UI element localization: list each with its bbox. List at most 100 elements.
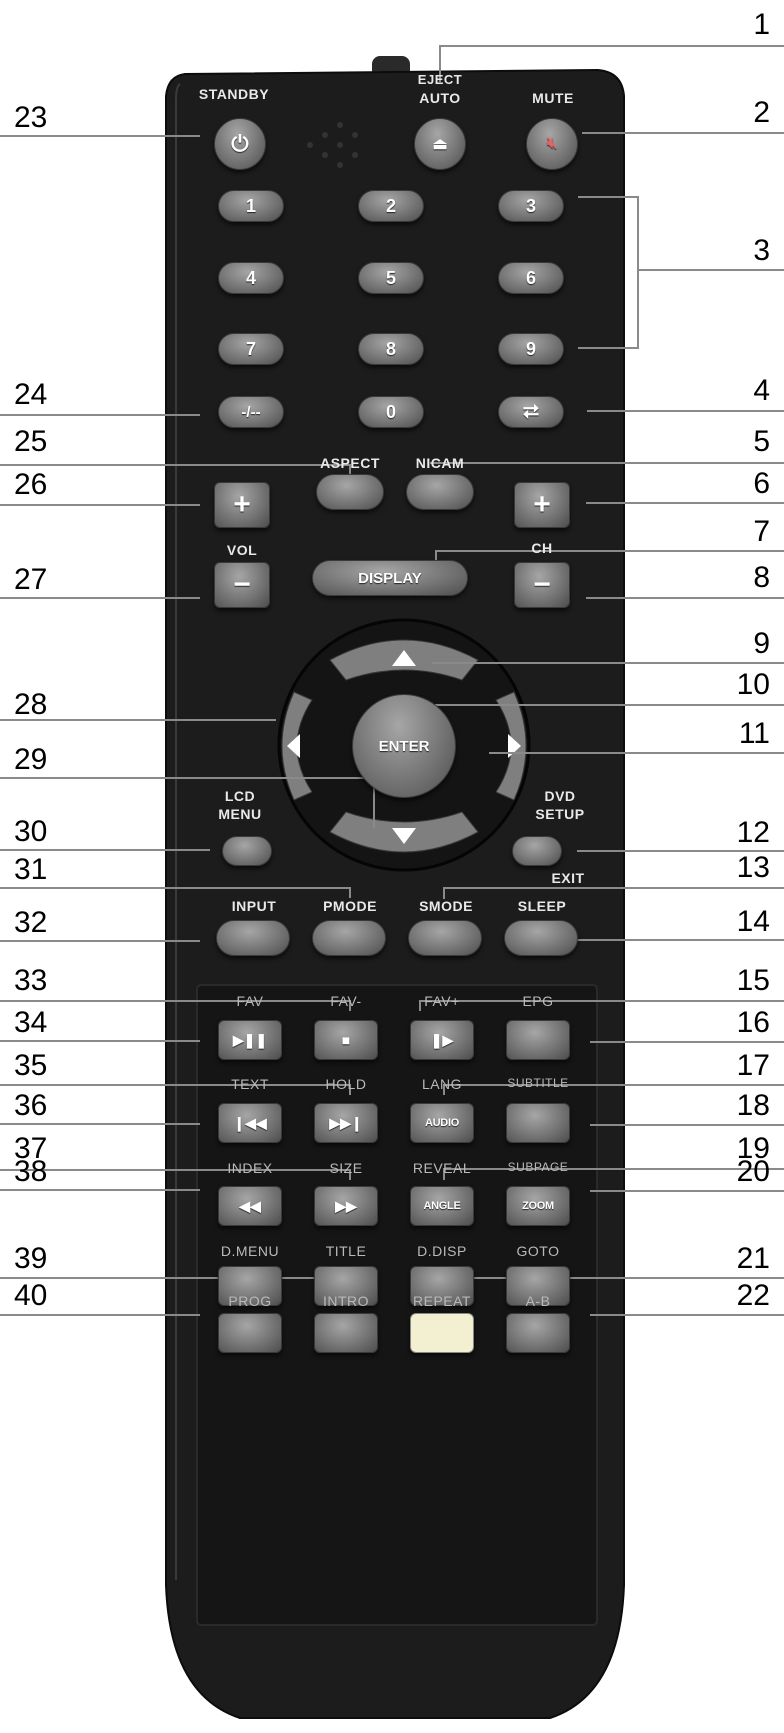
mute-button[interactable]: 🔇︎ xyxy=(526,118,578,170)
key-7[interactable]: 7 xyxy=(218,333,284,365)
play-pause-button[interactable]: ▶❚❚ xyxy=(218,1020,282,1060)
lcd-label: LCD xyxy=(224,788,256,804)
intro-button[interactable] xyxy=(314,1313,378,1353)
next-button[interactable]: ▶▶❙ xyxy=(314,1103,378,1143)
key-9[interactable]: 9 xyxy=(498,333,564,365)
pmode-label: PMODE xyxy=(323,898,377,914)
vol-up-button[interactable]: + xyxy=(214,482,270,528)
sleep-label: SLEEP xyxy=(517,898,567,914)
menu-label: MENU xyxy=(218,806,262,822)
smode-button[interactable] xyxy=(408,920,482,956)
enter-button[interactable]: ENTER xyxy=(352,694,456,798)
setup-label: SETUP xyxy=(535,806,585,822)
callout-27: 27 xyxy=(14,563,48,596)
callout-40: 40 xyxy=(14,1279,48,1312)
ch-up-button[interactable]: + xyxy=(514,482,570,528)
callout-2: 2 xyxy=(753,96,770,129)
recall-button[interactable]: ⮂ xyxy=(498,396,564,428)
key-1[interactable]: 1 xyxy=(218,190,284,222)
callout-4: 4 xyxy=(753,374,770,407)
standby-label: STANDBY xyxy=(198,86,270,102)
callout-36: 36 xyxy=(14,1089,48,1122)
stop-button[interactable]: ■ xyxy=(314,1020,378,1060)
nicam-button[interactable] xyxy=(406,474,474,510)
prog-button[interactable] xyxy=(218,1313,282,1353)
rewind-button[interactable]: ◀◀ xyxy=(218,1186,282,1226)
audio-button[interactable]: AUDIO xyxy=(410,1103,474,1143)
step-button[interactable]: ❚▶ xyxy=(410,1020,474,1060)
goto-label: GOTO xyxy=(516,1243,560,1259)
callout-6: 6 xyxy=(753,467,770,500)
callout-33: 33 xyxy=(14,964,48,997)
callout-23: 23 xyxy=(14,101,48,134)
aspect-label: ASPECT xyxy=(320,455,380,471)
callout-3: 3 xyxy=(753,234,770,267)
fav-minus-label: FAV- xyxy=(330,993,362,1009)
prev-button[interactable]: ❙◀◀ xyxy=(218,1103,282,1143)
d-disp-label: D.DISP xyxy=(417,1243,467,1259)
callout-17: 17 xyxy=(736,1049,770,1082)
a-b-label: A-B xyxy=(525,1293,551,1309)
callout-34: 34 xyxy=(14,1006,48,1039)
callout-31: 31 xyxy=(14,853,48,886)
standby-button[interactable]: ⏻ xyxy=(214,118,266,170)
callout-39: 39 xyxy=(14,1242,48,1275)
callout-12: 12 xyxy=(736,816,770,849)
lang-label: LANG xyxy=(421,1076,463,1092)
zoom-button[interactable]: ZOOM xyxy=(506,1186,570,1226)
aspect-button[interactable] xyxy=(316,474,384,510)
repeat-label: REPEAT xyxy=(413,1293,471,1309)
subtitle-button[interactable] xyxy=(506,1103,570,1143)
key-5[interactable]: 5 xyxy=(358,262,424,294)
callout-5: 5 xyxy=(753,425,770,458)
stop-icon: ■ xyxy=(341,1032,351,1048)
callout-15: 15 xyxy=(736,964,770,997)
callout-28: 28 xyxy=(14,688,48,721)
d-menu-label: D.MENU xyxy=(220,1243,280,1259)
eject-button[interactable]: ⏏ xyxy=(414,118,466,170)
callout-18: 18 xyxy=(736,1089,770,1122)
callout-14: 14 xyxy=(736,905,770,938)
dvd-setup-button[interactable] xyxy=(512,836,562,866)
callout-24: 24 xyxy=(14,378,48,411)
skip-forward-icon: ▶▶❙ xyxy=(329,1114,363,1131)
pmode-button[interactable] xyxy=(312,920,386,956)
vol-label: VOL xyxy=(226,542,258,558)
reveal-label: REVEAL xyxy=(412,1160,472,1176)
size-label: SIZE xyxy=(329,1160,363,1176)
epg-button[interactable] xyxy=(506,1020,570,1060)
prog-label: PROG xyxy=(228,1293,272,1309)
ch-label: CH xyxy=(531,540,553,556)
display-button[interactable]: DISPLAY xyxy=(312,560,468,596)
sleep-button[interactable] xyxy=(504,920,578,956)
vol-down-button[interactable]: − xyxy=(214,562,270,608)
dash-button[interactable]: -/-- xyxy=(218,396,284,428)
a-b-button[interactable] xyxy=(506,1313,570,1353)
lcd-menu-button[interactable] xyxy=(222,836,272,866)
title-label: TITLE xyxy=(325,1243,367,1259)
callout-38: 38 xyxy=(14,1155,48,1188)
callout-25: 25 xyxy=(14,425,48,458)
key-4[interactable]: 4 xyxy=(218,262,284,294)
eject-icon: ⏏ xyxy=(432,136,448,153)
callout-30: 30 xyxy=(14,815,48,848)
input-button[interactable] xyxy=(216,920,290,956)
angle-button[interactable]: ANGLE xyxy=(410,1186,474,1226)
key-6[interactable]: 6 xyxy=(498,262,564,294)
key-8[interactable]: 8 xyxy=(358,333,424,365)
fast-forward-button[interactable]: ▶▶ xyxy=(314,1186,378,1226)
callout-35: 35 xyxy=(14,1049,48,1082)
key-3[interactable]: 3 xyxy=(498,190,564,222)
fast-forward-icon: ▶▶ xyxy=(335,1197,357,1214)
play-pause-icon: ▶❚❚ xyxy=(232,1031,268,1048)
diagram-graphics xyxy=(0,45,784,1719)
fav-label: FAV xyxy=(236,993,264,1009)
ch-down-button[interactable]: − xyxy=(514,562,570,608)
callout-9: 9 xyxy=(753,627,770,660)
text-label: TEXT xyxy=(231,1076,269,1092)
input-label: INPUT xyxy=(231,898,277,914)
key-2[interactable]: 2 xyxy=(358,190,424,222)
repeat-button[interactable] xyxy=(410,1313,474,1353)
callout-7: 7 xyxy=(753,515,770,548)
key-0[interactable]: 0 xyxy=(358,396,424,428)
